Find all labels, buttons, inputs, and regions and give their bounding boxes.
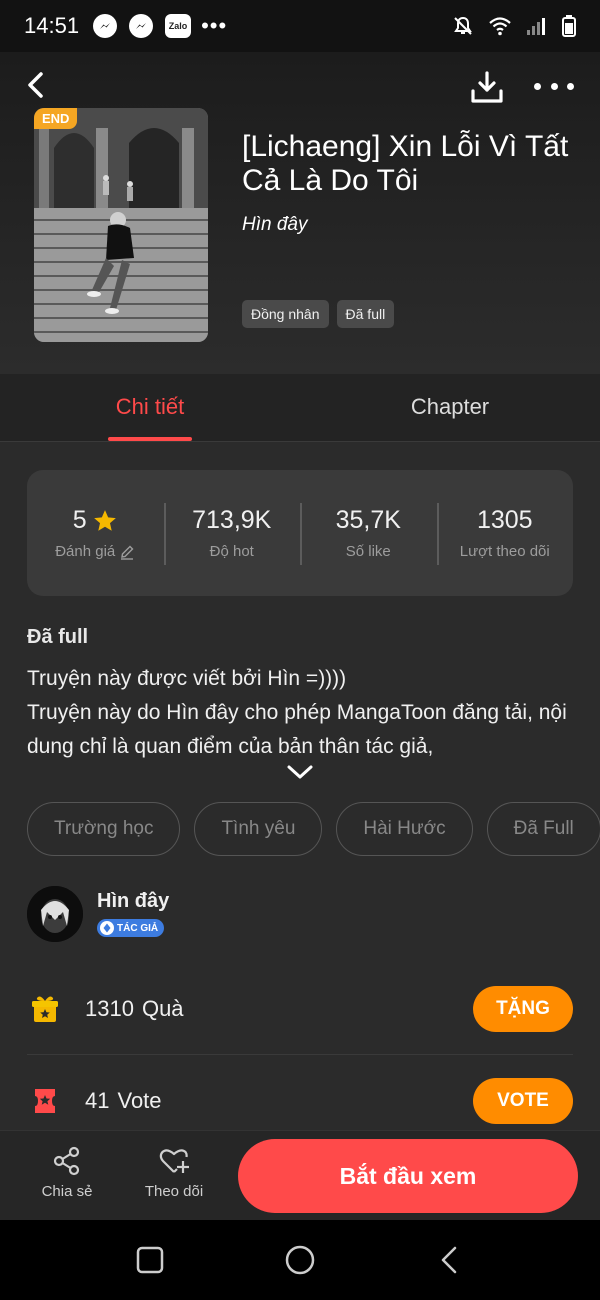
followers-label: Lượt theo dõi	[459, 543, 550, 560]
messenger-icon	[93, 14, 118, 38]
book-description[interactable]: Truyện này được viết bởi Hìn =)))) Truyệ…	[27, 662, 573, 764]
genre-tags: Đồng nhân Đã full	[242, 300, 395, 328]
cover-image	[34, 108, 208, 342]
home-icon[interactable]	[284, 1244, 316, 1276]
author-badge-label: TÁC GIẢ	[117, 922, 159, 934]
author-name: Hìn đây	[97, 890, 170, 912]
genre-tag[interactable]: Đã full	[336, 300, 395, 328]
share-button[interactable]: Chia sẻ	[27, 1145, 107, 1200]
star-icon	[93, 509, 116, 531]
genre-tag[interactable]: Đồng nhân	[242, 300, 329, 328]
system-navigation-bar	[0, 1220, 600, 1300]
gift-row: 1310 Quà TẶNG	[27, 963, 573, 1055]
chevron-down-icon[interactable]	[286, 764, 314, 780]
author-profile[interactable]: Hìn đây TÁC GIẢ	[27, 886, 169, 942]
likes-value: 35,7K	[335, 506, 401, 534]
rating-label: Đánh giá	[55, 543, 116, 560]
wifi-icon	[489, 17, 511, 36]
author-badge-icon	[100, 921, 114, 935]
stats-card: 5 Đánh giá 713,9K Độ hot 35,7K Số like 1…	[27, 470, 573, 596]
edit-icon	[121, 545, 134, 560]
likes-label: Số like	[345, 543, 391, 560]
rating-value: 5	[72, 506, 87, 534]
battery-icon	[562, 15, 576, 37]
notifications-off-icon	[454, 16, 472, 35]
followers-value: 1305	[476, 506, 533, 534]
tag-list: Trường học Tình yêu Hài Hước Đã Full	[27, 802, 600, 856]
gift-label: Quà	[141, 995, 184, 1021]
share-label: Chia sẻ	[41, 1183, 93, 1200]
follow-label: Theo dõi	[144, 1183, 204, 1200]
back-nav-icon[interactable]	[434, 1244, 466, 1276]
stat-followers: 1305 Lượt theo dõi	[436, 503, 574, 565]
more-notifications-icon: •••	[201, 13, 228, 38]
status-bar: 14:51 Zalo •••	[0, 0, 600, 52]
gift-count: 1310	[85, 995, 134, 1021]
zalo-icon: Zalo	[165, 14, 192, 38]
bottom-action-bar: Chia sẻ Theo dõi Bắt đầu xem	[0, 1130, 600, 1220]
more-options-button[interactable]	[534, 74, 574, 98]
completion-status: Đã full	[27, 626, 89, 648]
stat-rating[interactable]: 5 Đánh giá	[27, 506, 164, 560]
tab-details[interactable]: Chi tiết	[0, 374, 300, 441]
vote-label: Vote	[117, 1088, 162, 1113]
book-title: [Lichaeng] Xin Lỗi Vì Tất Cả Là Do Tôi	[242, 130, 569, 197]
end-badge: END	[34, 108, 78, 129]
back-button[interactable]	[22, 70, 52, 100]
vote-count: 41	[85, 1088, 110, 1113]
tab-chapter[interactable]: Chapter	[300, 374, 600, 441]
tag-chip[interactable]: Trường học	[27, 802, 181, 856]
gift-icon	[27, 991, 63, 1027]
download-button[interactable]	[470, 70, 504, 104]
book-cover[interactable]: END	[34, 108, 208, 342]
author-badge: TÁC GIẢ	[97, 919, 165, 937]
share-icon	[53, 1146, 80, 1176]
messenger-icon	[129, 14, 154, 38]
hot-label: Độ hot	[209, 543, 254, 560]
status-time: 14:51	[24, 13, 80, 38]
avatar	[27, 886, 83, 942]
heart-plus-icon	[159, 1149, 189, 1173]
vote-ticket-icon	[27, 1083, 63, 1119]
tag-chip[interactable]: Hài Hước	[336, 802, 473, 856]
description-line: Truyện này do Hìn đây cho phép MangaToon…	[27, 701, 567, 758]
book-author[interactable]: Hìn đây	[242, 214, 307, 236]
status-indicators	[452, 15, 576, 37]
follow-button[interactable]: Theo dõi	[134, 1145, 214, 1200]
book-header: END [Lichaeng] Xin Lỗi Vì Tất Cả Là Do T…	[0, 52, 600, 374]
tag-chip[interactable]: Đã Full	[486, 802, 600, 856]
description-line: Truyện này được viết bởi Hìn =))))	[27, 667, 347, 690]
signal-icon	[527, 18, 545, 35]
tag-chip[interactable]: Tình yêu	[194, 802, 323, 856]
stat-likes: 35,7K Số like	[300, 503, 437, 565]
start-reading-button[interactable]: Bắt đầu xem	[238, 1139, 578, 1213]
recent-apps-icon[interactable]	[134, 1244, 166, 1276]
vote-button[interactable]: VOTE	[473, 1078, 573, 1124]
give-gift-button[interactable]: TẶNG	[473, 985, 573, 1032]
detail-tabs: Chi tiết Chapter	[0, 374, 600, 442]
hot-value: 713,9K	[192, 506, 272, 534]
stat-hot: 713,9K Độ hot	[163, 503, 301, 565]
